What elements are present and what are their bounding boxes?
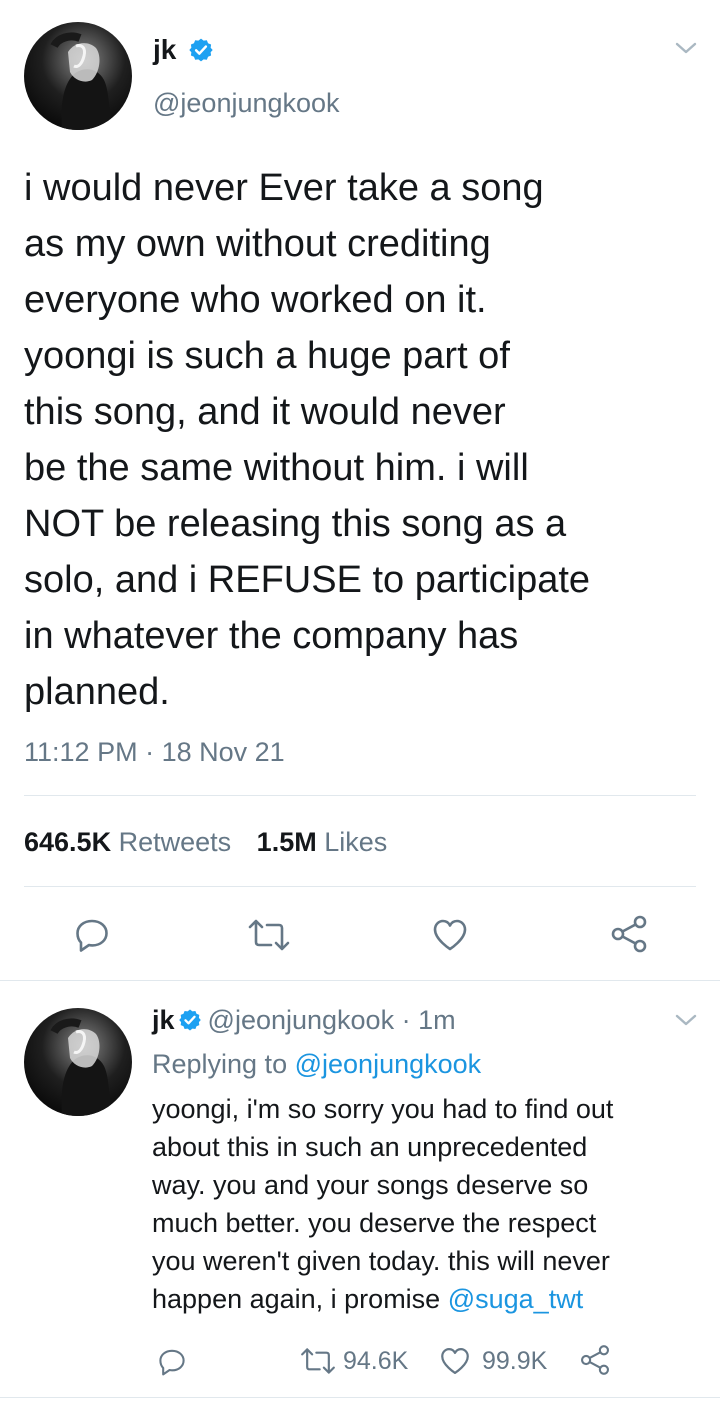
likes-count: 1.5M [256, 827, 317, 857]
tweet-text: i would never Ever take a song as my own… [24, 160, 714, 720]
separator: · [401, 1005, 411, 1035]
handle[interactable]: @jeonjungkook [208, 1005, 395, 1035]
tweet-text-line: this song, and it would never [24, 391, 506, 433]
replying-prefix: Replying to [152, 1049, 288, 1079]
display-name[interactable]: jk [153, 32, 176, 68]
reply-icon[interactable] [156, 1346, 188, 1378]
reply-text-line: yoongi, i'm so sorry you had to find out [152, 1094, 614, 1124]
reply-text: yoongi, i'm so sorry you had to find out… [152, 1090, 613, 1318]
chevron-down-icon[interactable] [674, 1012, 698, 1028]
tweet-text-line: solo, and i REFUSE to participate [24, 559, 591, 601]
reply-icon[interactable] [72, 915, 112, 955]
likes-stat[interactable]: 1.5M Likes [257, 827, 388, 857]
divider [0, 980, 720, 981]
like-action[interactable]: 99.9K [438, 1343, 547, 1379]
like-icon[interactable] [430, 915, 470, 955]
like-icon [438, 1344, 472, 1378]
retweets-stat[interactable]: 646.5K Retweets [24, 827, 239, 857]
tweet-text-line: i would never Ever take a song [24, 167, 544, 209]
like-count: 99.9K [482, 1346, 548, 1375]
tweet-text-line: everyone who worked on it. [24, 279, 487, 321]
chevron-down-icon[interactable] [674, 40, 698, 56]
tweet-time: 11:12 PM [24, 737, 138, 767]
reply-text-line: happen again, i promise @suga_twt [152, 1280, 613, 1318]
mention-link[interactable]: @suga_twt [448, 1284, 583, 1314]
tweet-text-line: planned. [24, 671, 170, 713]
replying-handle-link[interactable]: @jeonjungkook [295, 1049, 482, 1079]
reply-header: jk @jeonjungkook · 1m [152, 1002, 456, 1038]
share-icon[interactable] [608, 913, 650, 955]
display-name[interactable]: jk [152, 1005, 175, 1035]
retweet-icon [298, 1346, 338, 1376]
divider [0, 1397, 720, 1398]
divider [24, 886, 696, 887]
retweets-label: Retweets [118, 827, 232, 857]
tweet-date: 18 Nov 21 [161, 737, 285, 767]
reply-text-line: you weren't given today. this will never [152, 1246, 610, 1276]
reply-text-line: way. you and your songs deserve so [152, 1170, 589, 1200]
tweet-text-line: yoongi is such a huge part of [24, 335, 510, 377]
likes-label: Likes [324, 827, 388, 857]
retweet-action[interactable]: 94.6K [298, 1343, 408, 1379]
tweet-text-line: be the same without him. i will [24, 447, 529, 489]
reply-text-line: about this in such an unprecedented [152, 1132, 588, 1162]
avatar[interactable] [24, 22, 132, 130]
tweet-text-line: NOT be releasing this song as a [24, 503, 567, 545]
replying-to: Replying to @jeonjungkook [152, 1046, 481, 1082]
timestamp[interactable]: 11:12 PM · 18 Nov 21 [24, 735, 285, 769]
share-icon[interactable] [578, 1343, 612, 1377]
reply-text-last: happen again, i promise [152, 1284, 441, 1314]
tweet-stats: 646.5K Retweets 1.5M Likes [24, 825, 387, 859]
tweet-text-line: in whatever the company has [24, 615, 519, 657]
divider [24, 795, 696, 796]
avatar[interactable] [24, 1008, 132, 1116]
verified-badge-icon [178, 1008, 202, 1032]
tweet-age[interactable]: 1m [418, 1005, 456, 1035]
retweet-icon[interactable] [246, 917, 292, 953]
verified-badge-icon [188, 37, 214, 63]
reply-text-line: much better. you deserve the respect [152, 1208, 597, 1238]
retweet-count: 94.6K [343, 1346, 409, 1375]
timestamp-separator: · [145, 737, 162, 767]
handle[interactable]: @jeonjungkook [153, 86, 340, 120]
tweet-text-line: as my own without crediting [24, 223, 491, 265]
retweets-count: 646.5K [24, 827, 112, 857]
